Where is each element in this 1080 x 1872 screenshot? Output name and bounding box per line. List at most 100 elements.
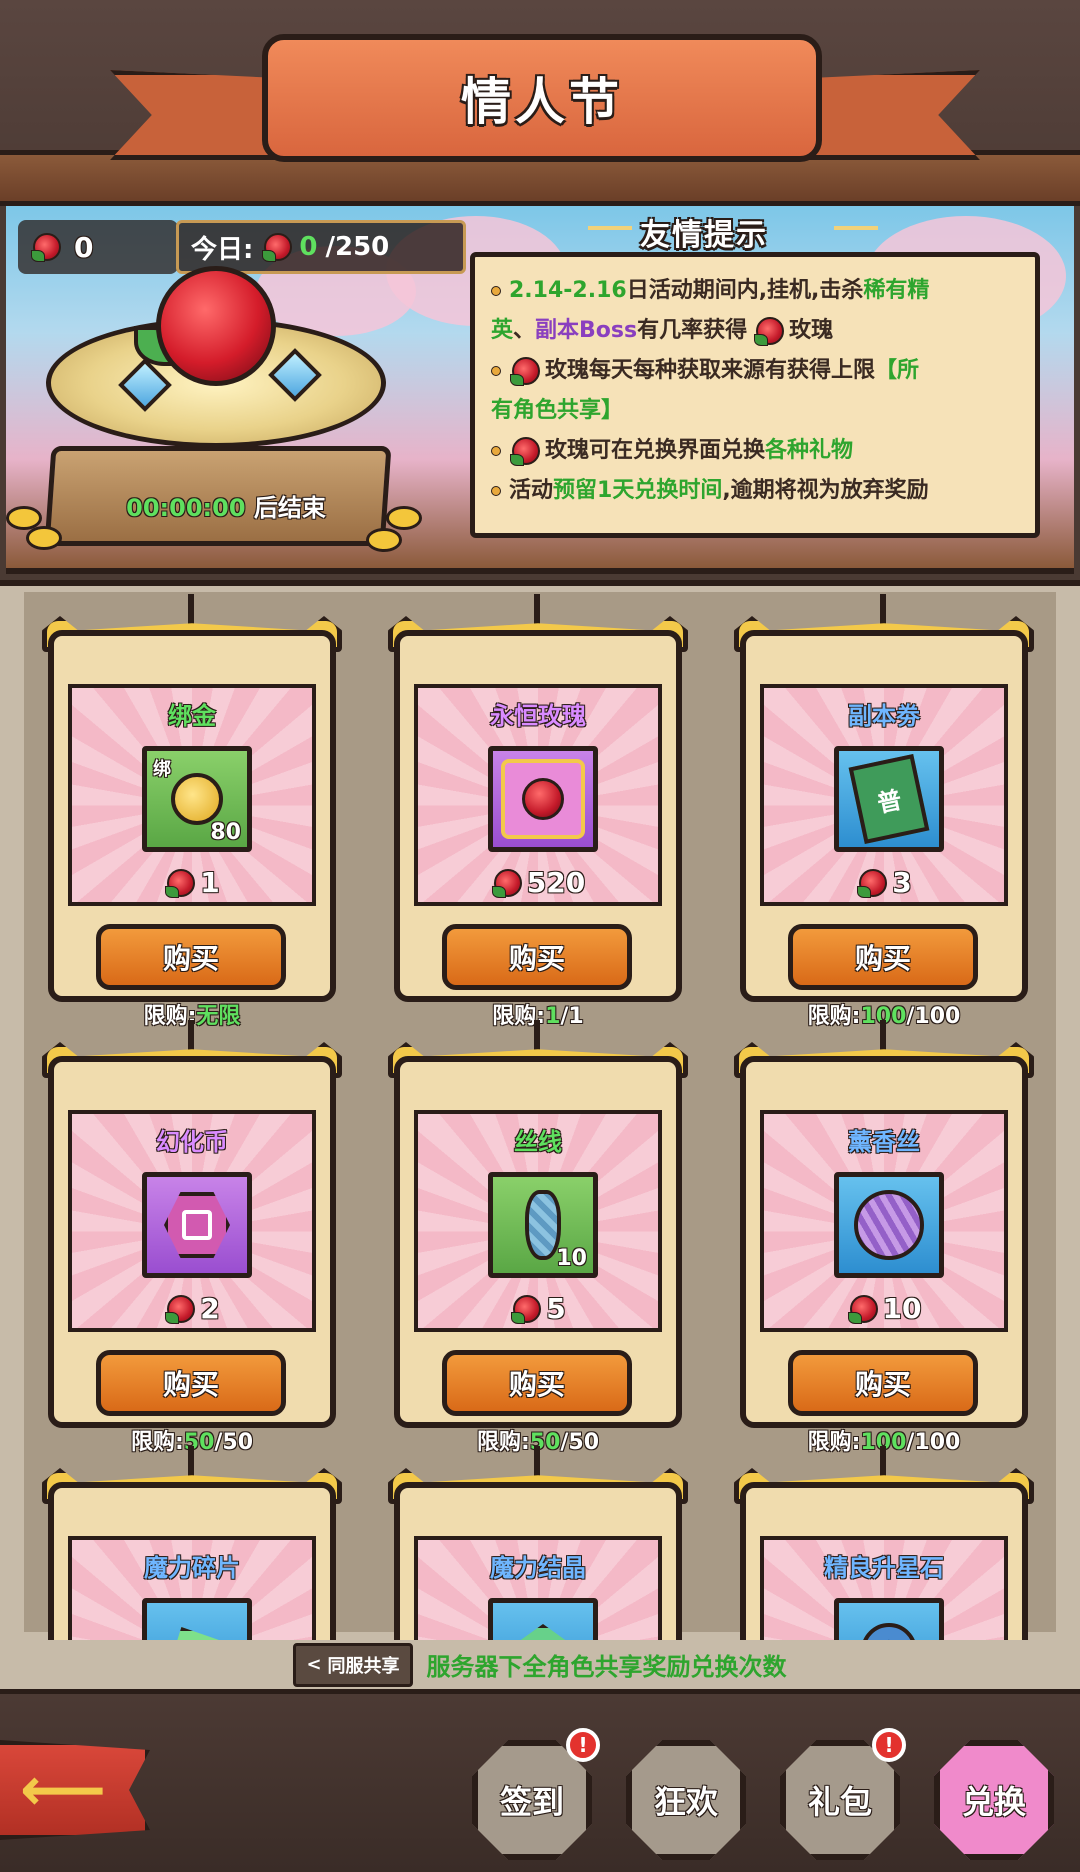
item-price: 2 (200, 1292, 220, 1325)
item-price: 3 (892, 866, 912, 899)
bound-gold-icon: 绑 80 (142, 746, 252, 852)
countdown-suffix: 后结束 (253, 494, 326, 522)
item-name: 薰香丝 (848, 1128, 920, 1156)
limit-total: /50 (214, 1430, 254, 1455)
card-panel: 副本劵 普 3 (760, 684, 1008, 906)
tip-line: 2.14-2.16 日活动期间内,挂机,击杀 稀有精 (491, 271, 1019, 311)
transform-coin-icon (142, 1172, 252, 1278)
icon-tag: 普 (874, 785, 905, 818)
tip-highlight: 副本Boss (535, 318, 638, 343)
icon-count: 80 (210, 820, 241, 845)
tip-highlight: 稀有精 (863, 278, 930, 303)
buy-button[interactable]: 购买 (788, 1350, 978, 1416)
shop-card: 绑金 绑 80 1 购买 限购:无限 (42, 594, 342, 1029)
share-tag-label: 同服共享 (327, 1655, 400, 1677)
countdown-time: 00:00:00 (126, 494, 246, 522)
today-label: 今日: (191, 234, 254, 265)
item-name: 精良升星石 (824, 1554, 944, 1582)
card-panel: 魔力结晶 (414, 1536, 662, 1640)
buy-button[interactable]: 购买 (96, 1350, 286, 1416)
buy-button[interactable]: 购买 (788, 924, 978, 990)
shop-grid: 绑金 绑 80 1 购买 限购:无限 永恒玫瑰 520 购买 限购:1/1 副本… (24, 592, 1056, 1640)
big-rose-icon (156, 266, 276, 386)
shop-card: 精良升星石 ★ (734, 1446, 1034, 1640)
silk-thread-icon: 10 (488, 1172, 598, 1278)
card-panel: 幻化币 2 (68, 1110, 316, 1332)
rose-icon (509, 356, 540, 386)
rose-icon (510, 1294, 542, 1324)
shop-card: 薰香丝 10 购买 限购:100/100 (734, 1020, 1034, 1455)
tip-highlight: 英 (491, 318, 514, 343)
tip-line: 英 、 副本Boss 有几率获得 玫瑰 (491, 311, 1019, 351)
limit-used: 1 (545, 1004, 561, 1029)
back-button[interactable]: ⟵ (0, 1740, 150, 1840)
eternal-rose-icon (488, 746, 598, 852)
coin-icon (26, 526, 62, 550)
tip-text: 、 (513, 318, 536, 343)
coin-icon (366, 528, 402, 552)
star-icon: ★ (861, 1623, 917, 1640)
item-price: 10 (882, 1292, 922, 1325)
price-row: 520 (418, 866, 658, 899)
nav-exchange-button[interactable]: 兑换 (934, 1740, 1054, 1860)
tip-text: 有几率获得 (637, 318, 748, 343)
price-row: 2 (72, 1292, 312, 1325)
card-panel: 永恒玫瑰 520 (414, 684, 662, 906)
item-name: 幻化币 (156, 1128, 228, 1156)
page-title: 情人节 (461, 73, 623, 131)
card-panel: 丝线 10 5 (414, 1110, 662, 1332)
back-arrow-icon: ⟵ (20, 1755, 107, 1825)
rose-icon (509, 436, 540, 466)
buy-button[interactable]: 购买 (442, 1350, 632, 1416)
item-price: 1 (200, 866, 220, 899)
shop-card: 魔力结晶 (388, 1446, 688, 1640)
tip-line: 玫瑰可在兑换界面兑换 各种礼物 (491, 431, 1019, 471)
bullet-icon (491, 286, 501, 296)
shop-card: 魔力碎片 (42, 1446, 342, 1640)
limit-label: 限购: (130, 1430, 184, 1455)
shop-card: 丝线 10 5 购买 限购:50/50 (388, 1020, 688, 1455)
framed-rose-icon (501, 759, 585, 839)
tip-line: 活动 预留1天兑换时间 ,逾期将视为放弃奖励 (491, 471, 1019, 511)
tip-line: 玫瑰每天每种获取来源有获得上限 【所 (491, 351, 1019, 391)
dungeon-ticket-icon: 普 (834, 746, 944, 852)
price-row: 10 (764, 1292, 1004, 1325)
star-stone-icon: ★ (834, 1598, 944, 1640)
card-panel: 精良升星石 ★ (760, 1536, 1008, 1640)
tip-text: 玫瑰 (789, 318, 834, 343)
shard-icon (171, 1627, 223, 1640)
shop-area[interactable]: 绑金 绑 80 1 购买 限购:无限 永恒玫瑰 520 购买 限购:1/1 副本… (0, 580, 1080, 1640)
share-tag: < 同服共享 (293, 1642, 413, 1687)
tip-highlight: 各种礼物 (765, 438, 854, 463)
ticket-icon: 普 (848, 753, 930, 845)
buy-button[interactable]: 购买 (442, 924, 632, 990)
card-frame: 幻化币 2 购买 限购:50/50 (48, 1056, 336, 1455)
incense-silk-icon (834, 1172, 944, 1278)
rose-icon (753, 316, 785, 346)
magic-shard-icon (142, 1598, 252, 1640)
nav-exchange-label: 兑换 (961, 1783, 1026, 1821)
item-name: 魔力结晶 (490, 1554, 586, 1582)
tip-highlight: 【所 (875, 358, 920, 383)
item-name: 丝线 (514, 1128, 562, 1156)
price-row: 3 (764, 866, 1004, 899)
bullet-icon (491, 446, 501, 456)
title-banner: 情人节 (262, 34, 822, 162)
nav-carnival-button[interactable]: 狂欢 (626, 1740, 746, 1860)
tip-highlight: 有角色共享】 (491, 398, 624, 423)
coin-icon (386, 506, 422, 530)
rose-icon (164, 868, 196, 898)
buy-button[interactable]: 购买 (96, 924, 286, 990)
limit-total: /100 (906, 1430, 961, 1455)
rose-icon (30, 232, 61, 262)
nav-carnival-label: 狂欢 (653, 1783, 718, 1821)
tip-title-decoration (588, 226, 632, 230)
gold-coin-icon (171, 773, 223, 825)
card-frame: 薰香丝 10 购买 限购:100/100 (740, 1056, 1028, 1455)
limit-total: /50 (560, 1430, 600, 1455)
rose-balance: 0 (18, 220, 178, 274)
shop-card: 幻化币 2 购买 限购:50/50 (42, 1020, 342, 1455)
card-panel: 绑金 绑 80 1 (68, 684, 316, 906)
card-frame: 绑金 绑 80 1 购买 限购:无限 (48, 630, 336, 1029)
price-row: 1 (72, 866, 312, 899)
